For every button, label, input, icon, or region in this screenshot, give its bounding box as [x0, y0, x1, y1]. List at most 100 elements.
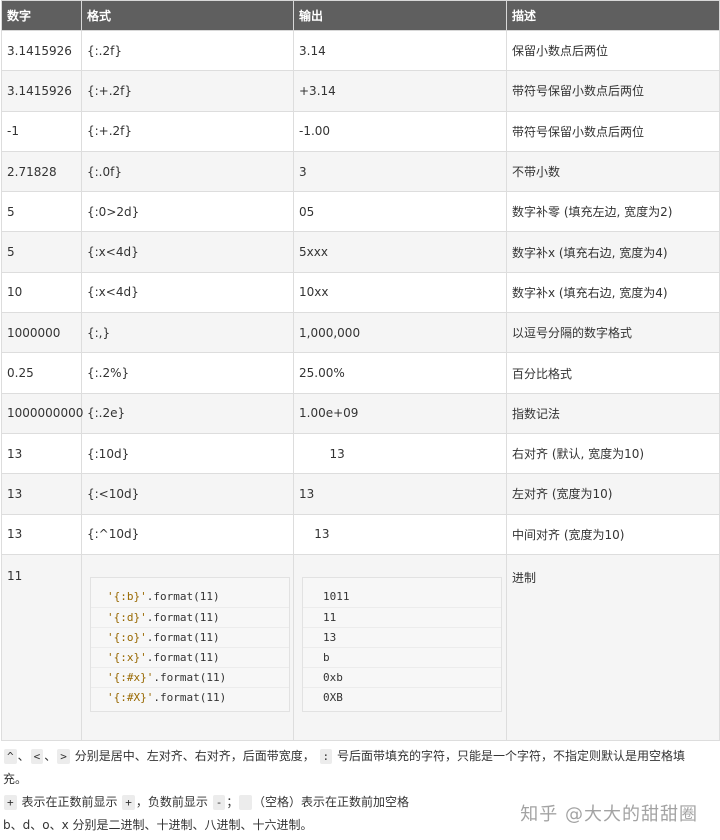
note-text: 表示在正数前显示 [17, 794, 122, 809]
cell-number: 13 [1, 513, 82, 555]
cell-output: +3.14 [293, 70, 507, 112]
cell-output: 3.14 [293, 29, 507, 72]
code-colon: : [319, 748, 333, 764]
cell-output: -1.00 [293, 110, 507, 152]
format-table: 数字 格式 输出 描述 3.1415926 {:.2f} 3.14 保留小数点后两位 … [1, 0, 720, 741]
table-row: 5 {:x<4d} 5xxx 数字补x (填充右边, 宽度为4) [1, 231, 720, 273]
code-plus: + [122, 794, 135, 810]
code-space [239, 794, 252, 810]
cell-number: 13 [1, 473, 82, 515]
cell-format: {:.0f} [81, 150, 294, 193]
cell-description: 指数记法 [506, 392, 720, 434]
cell-description: 数字补零 (填充左边, 宽度为2) [506, 191, 720, 233]
cell-description: 进制 [506, 553, 720, 741]
table-row: 3.1415926 {:+.2f} +3.14 带符号保留小数点后两位 [1, 70, 720, 112]
code-string: '{:d}' [107, 610, 147, 624]
cell-format: {:x<4d} [81, 231, 294, 273]
output-block: 1011 11 13 b 0xb 0XB [302, 576, 502, 712]
code-string: '{:o}' [107, 630, 147, 644]
cell-number: 11 [1, 553, 82, 741]
code-plus: + [4, 794, 17, 810]
code-call: .format(11) [146, 650, 220, 664]
cell-output: 3 [293, 150, 507, 193]
table-row: 1000000000 {:.2e} 1.00e+09 指数记法 [1, 392, 720, 434]
output-line: b [303, 646, 501, 667]
code-line: '{:o}'.format(11) [91, 626, 289, 647]
cell-output: 13 [293, 473, 507, 515]
cell-number: -1 [1, 110, 82, 152]
cell-output: 1.00e+09 [293, 392, 507, 434]
note-sep: 、 [44, 748, 57, 763]
code-string: '{:#x}' [107, 670, 154, 684]
cell-number: 5 [1, 231, 82, 273]
header-format: 格式 [81, 0, 294, 31]
cell-description: 中间对齐 (宽度为10) [506, 513, 720, 555]
cell-output-code: 1011 11 13 b 0xb 0XB [293, 553, 507, 741]
cell-description: 右对齐 (默认, 宽度为10) [506, 432, 720, 475]
code-line: '{:#X}'.format(11) [91, 686, 289, 707]
code-line: '{:d}'.format(11) [91, 606, 289, 627]
code-block: '{:b}'.format(11) '{:d}'.format(11) '{:o… [90, 576, 290, 712]
table-row: 10 {:x<4d} 10xx 数字补x (填充右边, 宽度为4) [1, 271, 720, 314]
cell-format: {:10d} [81, 432, 294, 475]
note-text: 号后面带填充的字符，只能是一个字符，不指定则默认是用空格填 [333, 748, 685, 763]
note-text: 分别是居中、左对齐、右对齐，后面带宽度， [70, 748, 319, 763]
cell-number: 13 [1, 432, 82, 475]
cell-format-code: '{:b}'.format(11) '{:d}'.format(11) '{:o… [81, 553, 294, 741]
cell-output: 5xxx [293, 231, 507, 273]
table-row: 0.25 {:.2%} 25.00% 百分比格式 [1, 352, 720, 394]
code-line: '{:#x}'.format(11) [91, 666, 289, 687]
cell-description: 保留小数点后两位 [506, 29, 720, 72]
cell-format: {:.2e} [81, 392, 294, 434]
code-string: '{:b}' [107, 589, 147, 603]
code-call: .format(11) [153, 690, 227, 704]
table-row: 13 {:<10d} 13 左对齐 (宽度为10) [1, 473, 720, 515]
cell-output: 05 [293, 191, 507, 233]
table-row: 3.1415926 {:.2f} 3.14 保留小数点后两位 [1, 29, 720, 72]
cell-description: 带符号保留小数点后两位 [506, 110, 720, 152]
note-alignment-cont: 充。 [3, 771, 28, 786]
code-string: '{:x}' [107, 650, 147, 664]
note-alignment: ^、 <、 > 分别是居中、左对齐、右对齐，后面带宽度， : 号后面带填充的字符，只… [3, 745, 717, 768]
cell-output: 25.00% [293, 352, 507, 394]
watermark: 知乎 @大大的甜甜圈 [520, 804, 698, 825]
cell-number: 10 [1, 271, 82, 314]
table-row: 2.71828 {:.0f} 3 不带小数 [1, 150, 720, 193]
note-text: ； [226, 794, 239, 809]
cell-description: 不带小数 [506, 150, 720, 193]
cell-format: {:.2f} [81, 29, 294, 72]
cell-output: 13 [293, 513, 507, 555]
cell-format: {:+.2f} [81, 110, 294, 152]
code-line: '{:b}'.format(11) [91, 587, 289, 607]
header-output: 输出 [293, 0, 507, 31]
table-row: 13 {:10d} 13 右对齐 (默认, 宽度为10) [1, 432, 720, 475]
cell-format: {:x<4d} [81, 271, 294, 314]
cell-description: 百分比格式 [506, 352, 720, 394]
cell-number: 1000000000 [1, 392, 83, 434]
cell-number: 2.71828 [1, 150, 82, 193]
note-text: （空格）表示在正数前加空格 [252, 794, 409, 809]
cell-number: 3.1415926 [1, 29, 82, 72]
table-row: 1000000 {:,} 1,000,000 以逗号分隔的数字格式 [1, 312, 720, 354]
table-row: -1 {:+.2f} -1.00 带符号保留小数点后两位 [1, 110, 720, 152]
code-call: .format(11) [146, 589, 220, 603]
cell-description: 以逗号分隔的数字格式 [506, 312, 720, 354]
code-minus: - [212, 794, 226, 810]
code-greater-than: > [57, 748, 70, 764]
cell-format: {:<10d} [81, 473, 294, 515]
cell-number: 5 [1, 191, 82, 233]
output-line: 0xb [303, 666, 501, 687]
cell-output: 13 [293, 432, 507, 475]
cell-description: 左对齐 (宽度为10) [506, 473, 720, 515]
header-number: 数字 [1, 0, 82, 31]
output-line: 13 [303, 626, 501, 647]
cell-number: 1000000 [1, 312, 82, 354]
output-line: 11 [303, 606, 501, 627]
cell-output: 10xx [293, 271, 507, 314]
table-header-row: 数字 格式 输出 描述 [1, 0, 720, 31]
table-row: 5 {:0>2d} 05 数字补零 (填充左边, 宽度为2) [1, 191, 720, 233]
cell-format: {:,} [81, 312, 294, 354]
cell-format: {:0>2d} [81, 191, 294, 233]
note-sep: 、 [17, 748, 30, 763]
table-row: 13 {:^10d} 13 中间对齐 (宽度为10) [1, 513, 720, 555]
